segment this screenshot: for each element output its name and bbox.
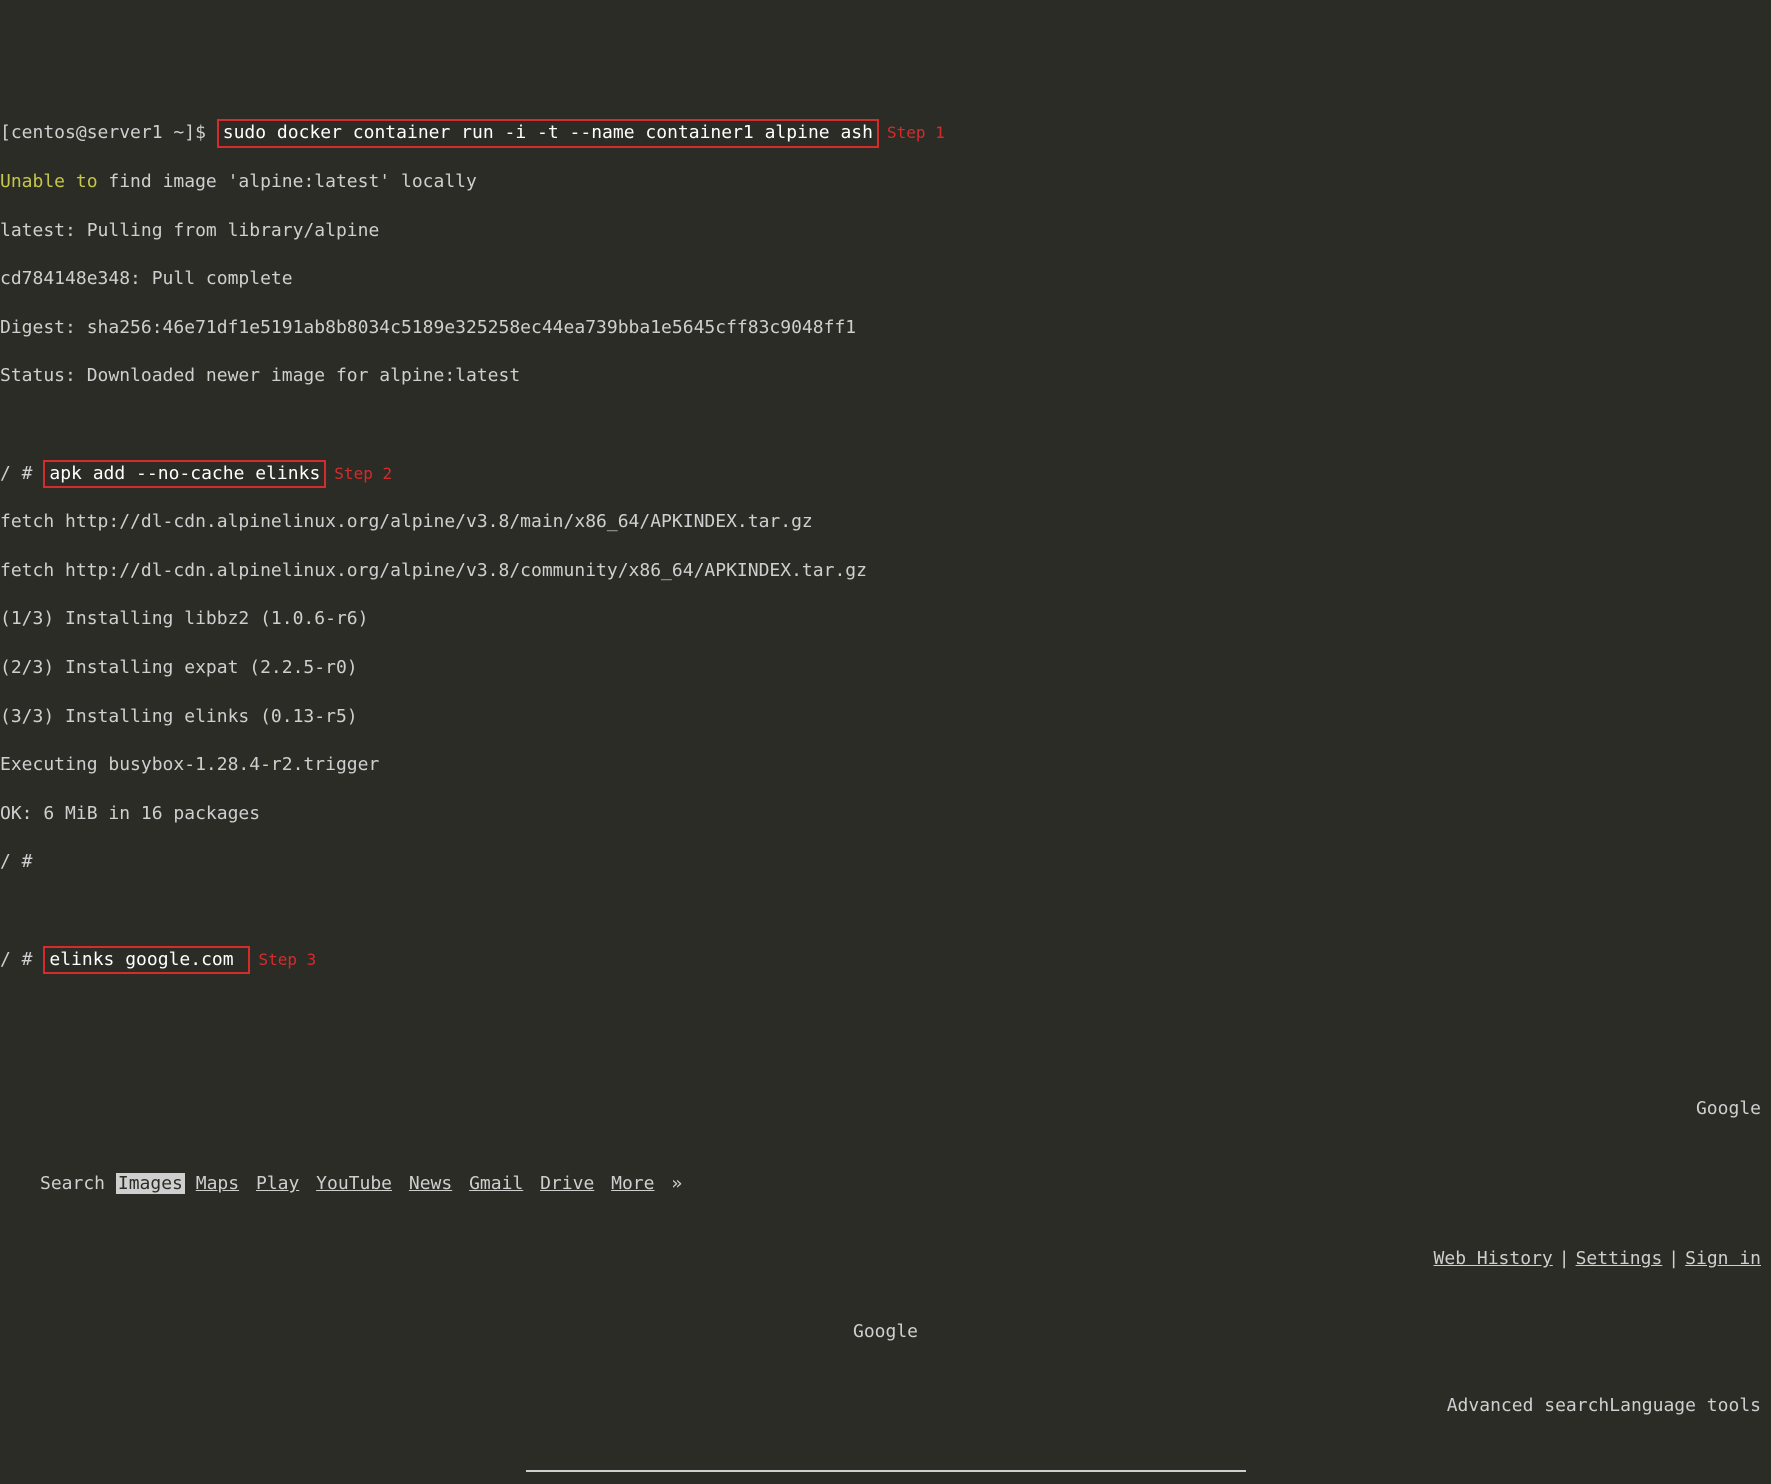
nav-youtube[interactable]: YouTube — [316, 1173, 392, 1194]
nav-drive[interactable]: Drive — [540, 1173, 594, 1194]
output-line: Unable to find image 'alpine:latest' loc… — [0, 170, 1771, 194]
command-text[interactable]: elinks google.com — [49, 949, 244, 970]
google-heading: Google — [0, 1320, 1771, 1344]
output-line: cd784148e348: Pull complete — [0, 267, 1771, 291]
sign-in-link[interactable]: Sign in — [1685, 1248, 1761, 1269]
step-label-3: Step 3 — [258, 950, 316, 969]
terminal-line: [centos@server1 ~]$ sudo docker containe… — [0, 121, 1771, 145]
google-nav: Search Images Maps Play YouTube News Gma… — [0, 1170, 1771, 1198]
nav-more[interactable]: More — [611, 1173, 654, 1194]
output-line: fetch http://dl-cdn.alpinelinux.org/alpi… — [0, 559, 1771, 583]
prompt: / # — [0, 949, 33, 970]
output-text: find image 'alpine:latest' locally — [98, 171, 477, 192]
prompt: [centos@server1 ~]$ — [0, 122, 206, 143]
terminal-line: / # elinks google.com Step 3 — [0, 948, 1771, 972]
page-title: Google — [0, 1097, 1771, 1121]
settings-link[interactable]: Settings — [1576, 1248, 1663, 1269]
step-label-1: Step 1 — [887, 123, 945, 142]
output-line: Digest: sha256:46e71df1e5191ab8b8034c518… — [0, 316, 1771, 340]
output-line: (2/3) Installing expat (2.2.5-r0) — [0, 656, 1771, 680]
nav-maps[interactable]: Maps — [196, 1173, 239, 1194]
output-line: OK: 6 MiB in 16 packages — [0, 802, 1771, 826]
command-text[interactable]: apk add --no-cache elinks — [49, 463, 320, 484]
empty-prompt-line: / # — [0, 850, 1771, 874]
output-line: (1/3) Installing libbz2 (1.0.6-r6) — [0, 607, 1771, 631]
terminal-line: / # apk add --no-cache elinks Step 2 — [0, 462, 1771, 486]
nav-search[interactable]: Search — [40, 1173, 105, 1194]
nav-gmail[interactable]: Gmail — [469, 1173, 523, 1194]
nav-news[interactable]: News — [409, 1173, 452, 1194]
output-line: Status: Downloaded newer image for alpin… — [0, 364, 1771, 388]
nav-images[interactable]: Images — [116, 1173, 185, 1194]
search-input-line[interactable] — [526, 1470, 1246, 1472]
account-row: Web History|Settings|Sign in — [0, 1247, 1771, 1271]
prompt: / # — [0, 463, 33, 484]
command-text[interactable]: sudo docker container run -i -t --name c… — [223, 122, 873, 143]
output-line: fetch http://dl-cdn.alpinelinux.org/alpi… — [0, 510, 1771, 534]
nav-arrow-icon: » — [671, 1173, 682, 1194]
output-line: (3/3) Installing elinks (0.13-r5) — [0, 705, 1771, 729]
nav-play[interactable]: Play — [256, 1173, 299, 1194]
output-line: latest: Pulling from library/alpine — [0, 219, 1771, 243]
command-box-step3: elinks google.com — [43, 946, 250, 974]
search-area: Advanced searchLanguage tools [ Google S… — [0, 1393, 1771, 1484]
output-text: Unable to — [0, 171, 98, 192]
elinks-page: Google Search Images Maps Play YouTube N… — [0, 1049, 1771, 1484]
command-box-step1: sudo docker container run -i -t --name c… — [217, 119, 879, 147]
search-tools[interactable]: Advanced searchLanguage tools — [0, 1394, 1771, 1418]
step-label-2: Step 2 — [334, 464, 392, 483]
output-line: Executing busybox-1.28.4-r2.trigger — [0, 753, 1771, 777]
web-history-link[interactable]: Web History — [1434, 1248, 1553, 1269]
command-box-step2: apk add --no-cache elinks — [43, 460, 326, 488]
